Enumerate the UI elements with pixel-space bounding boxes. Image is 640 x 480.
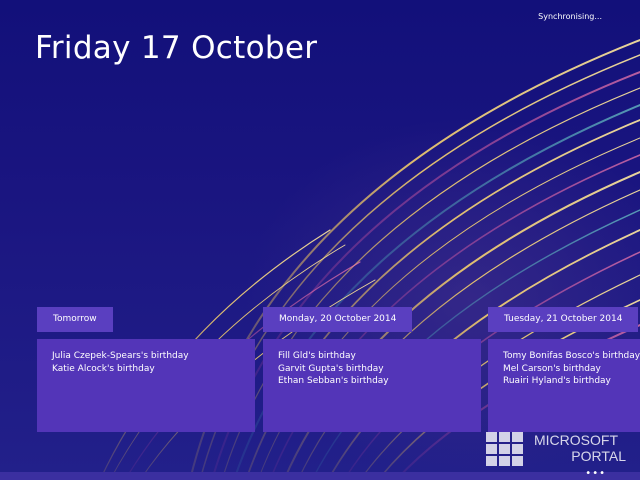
app-bar[interactable]: ••• — [0, 469, 640, 480]
day-header[interactable]: Tuesday, 21 October 2014 — [488, 307, 639, 332]
agenda-day-monday: Monday, 20 October 2014 Fill Gld's birth… — [263, 306, 481, 432]
event-item[interactable]: Ruairi Hyland's birthday — [503, 375, 625, 388]
watermark-line1: MICROSOFT — [534, 432, 618, 448]
event-item[interactable]: Julia Czepek-Spears's birthday — [52, 350, 240, 363]
watermark-text: MICROSOFT PORTAL — [534, 432, 626, 464]
event-item[interactable]: Katie Alcock's birthday — [52, 363, 240, 376]
more-icon[interactable]: ••• — [585, 469, 606, 479]
event-item[interactable]: Garvit Gupta's birthday — [278, 363, 466, 376]
watermark: MICROSOFT PORTAL — [486, 432, 636, 466]
agenda-day-tuesday: Tuesday, 21 October 2014 Tomy Bonifas Bo… — [488, 306, 640, 432]
day-events-tile[interactable]: Julia Czepek-Spears's birthday Katie Alc… — [37, 339, 255, 432]
event-item[interactable]: Mel Carson's birthday — [503, 363, 625, 376]
agenda-day-tomorrow: Tomorrow Julia Czepek-Spears's birthday … — [37, 306, 255, 432]
day-header[interactable]: Monday, 20 October 2014 — [263, 307, 413, 332]
day-header[interactable]: Tomorrow — [37, 307, 113, 332]
event-item[interactable]: Ethan Sebban's birthday — [278, 375, 466, 388]
sync-status-text: Synchronising... — [538, 12, 602, 21]
windows-logo-icon — [486, 432, 523, 466]
date-title: Friday 17 October — [35, 30, 318, 66]
day-events-tile[interactable]: Fill Gld's birthday Garvit Gupta's birth… — [263, 339, 481, 432]
event-item[interactable]: Fill Gld's birthday — [278, 350, 466, 363]
day-events-tile[interactable]: Tomy Bonifas Bosco's birthday Mel Carson… — [488, 339, 640, 432]
watermark-line2: PORTAL — [571, 448, 626, 464]
event-item[interactable]: Tomy Bonifas Bosco's birthday — [503, 350, 640, 363]
